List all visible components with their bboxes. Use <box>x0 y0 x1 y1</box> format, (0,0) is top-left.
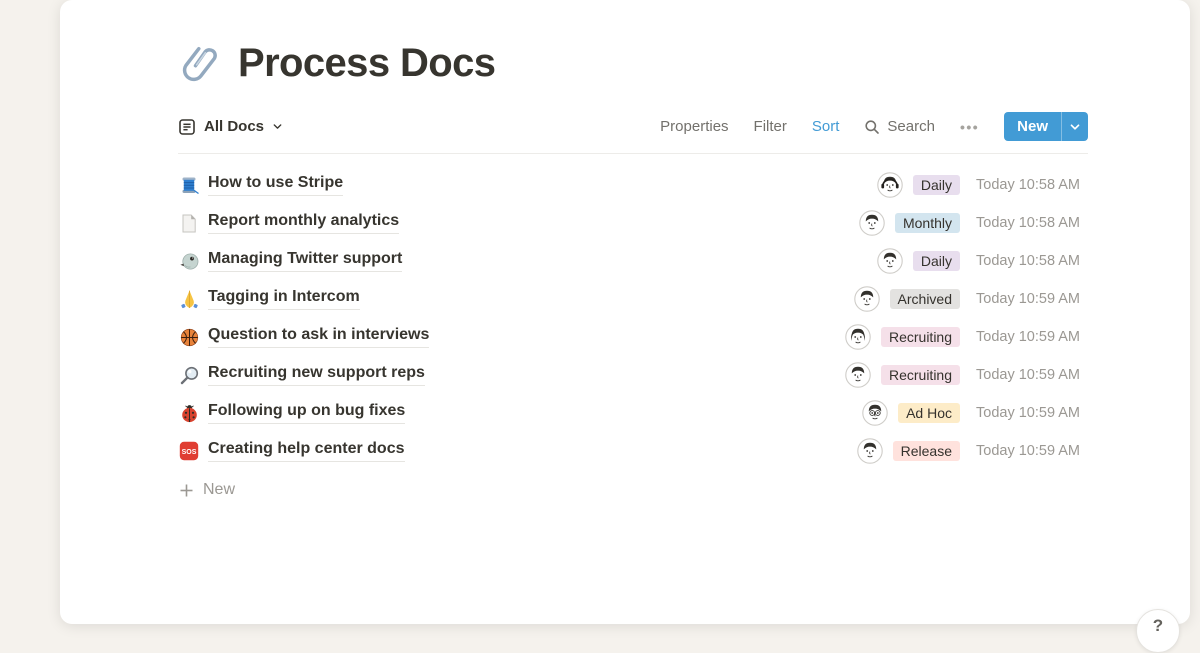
avatar-person <box>854 286 880 312</box>
doc-title-link[interactable]: How to use Stripe <box>208 174 343 195</box>
edited-timestamp: Today 10:59 AM <box>976 367 1088 383</box>
edited-timestamp: Today 10:58 AM <box>976 177 1088 193</box>
sort-button[interactable]: Sort <box>812 118 840 135</box>
table-row: Tagging in Intercom Archived Today 10:59… <box>178 280 1088 318</box>
status-tag[interactable]: Daily <box>913 251 960 271</box>
status-tag[interactable]: Monthly <box>895 213 960 233</box>
edited-timestamp: Today 10:59 AM <box>976 443 1088 459</box>
main-canvas: Process Docs All Docs Properties Filter … <box>60 0 1190 624</box>
person-and-tag: Archived <box>828 286 960 312</box>
filter-button[interactable]: Filter <box>754 118 787 135</box>
basketball-icon <box>178 326 200 348</box>
table-row: SOS Creating help center docs Release To… <box>178 432 1088 470</box>
chevron-down-icon <box>272 121 283 132</box>
table-row: Question to ask in interviews Recruiting… <box>178 318 1088 356</box>
database-toolbar: All Docs Properties Filter Sort Search •… <box>178 112 1088 154</box>
avatar-person-headphones <box>877 172 903 198</box>
status-tag[interactable]: Release <box>893 441 960 461</box>
doc-list-icon <box>178 118 196 136</box>
status-tag[interactable]: Recruiting <box>881 365 960 385</box>
doc-title-link[interactable]: Tagging in Intercom <box>208 288 360 309</box>
person-and-tag: Ad Hoc <box>828 400 960 426</box>
table-row: Following up on bug fixes Ad Hoc Today 1… <box>178 394 1088 432</box>
doc-title-link[interactable]: Question to ask in interviews <box>208 326 429 347</box>
avatar-person-glasses <box>862 400 888 426</box>
table-row: Managing Twitter support Daily Today 10:… <box>178 242 1088 280</box>
edited-timestamp: Today 10:58 AM <box>976 253 1088 269</box>
folded-hands-icon <box>178 288 200 310</box>
avatar-person <box>845 362 871 388</box>
more-options-button[interactable]: ••• <box>960 119 979 135</box>
table-row: Recruiting new support reps Recruiting T… <box>178 356 1088 394</box>
doc-title-link[interactable]: Report monthly analytics <box>208 212 399 233</box>
thread-spool-icon <box>178 174 200 196</box>
add-new-row-button[interactable]: New <box>178 471 1088 509</box>
plus-icon <box>178 482 194 498</box>
bookmark-tabs-icon <box>178 212 200 234</box>
status-tag[interactable]: Archived <box>890 289 960 309</box>
chevron-down-white-icon <box>1069 121 1081 133</box>
properties-button[interactable]: Properties <box>660 118 728 135</box>
avatar-person <box>857 438 883 464</box>
search-label: Search <box>887 118 935 135</box>
person-and-tag: Monthly <box>828 210 960 236</box>
view-selector-label: All Docs <box>204 118 264 135</box>
avatar-woman <box>845 324 871 350</box>
search-icon <box>864 119 880 135</box>
person-and-tag: Recruiting <box>828 324 960 350</box>
view-selector-all-docs[interactable]: All Docs <box>178 118 283 136</box>
add-new-row-label: New <box>203 481 235 499</box>
table-row: Report monthly analytics Monthly Today 1… <box>178 204 1088 242</box>
edited-timestamp: Today 10:59 AM <box>976 291 1088 307</box>
help-button[interactable]: ? <box>1136 609 1180 653</box>
status-tag[interactable]: Recruiting <box>881 327 960 347</box>
edited-timestamp: Today 10:59 AM <box>976 329 1088 345</box>
table-row: How to use Stripe Daily Today 10:58 AM <box>178 166 1088 204</box>
new-button[interactable]: New <box>1004 112 1061 141</box>
avatar-person <box>859 210 885 236</box>
paperclip-icon[interactable] <box>178 40 224 86</box>
person-and-tag: Daily <box>828 172 960 198</box>
page-title: Process Docs <box>238 41 495 86</box>
sos-icon: SOS <box>178 440 200 462</box>
person-and-tag: Daily <box>828 248 960 274</box>
status-tag[interactable]: Daily <box>913 175 960 195</box>
avatar-person <box>877 248 903 274</box>
search-button[interactable]: Search <box>864 118 935 135</box>
doc-list: How to use Stripe Daily Today 10:58 AM R… <box>178 166 1088 470</box>
doc-title-link[interactable]: Managing Twitter support <box>208 250 402 271</box>
new-button-group: New <box>1004 112 1088 141</box>
doc-title-link[interactable]: Creating help center docs <box>208 440 405 461</box>
person-and-tag: Recruiting <box>828 362 960 388</box>
doc-title-link[interactable]: Following up on bug fixes <box>208 402 405 423</box>
edited-timestamp: Today 10:59 AM <box>976 405 1088 421</box>
status-tag[interactable]: Ad Hoc <box>898 403 960 423</box>
bird-icon <box>178 250 200 272</box>
lady-beetle-icon <box>178 402 200 424</box>
page-header: Process Docs <box>178 40 1088 86</box>
new-button-dropdown[interactable] <box>1061 112 1088 141</box>
person-and-tag: Release <box>828 438 960 464</box>
svg-text:SOS: SOS <box>182 449 197 456</box>
doc-title-link[interactable]: Recruiting new support reps <box>208 364 425 385</box>
edited-timestamp: Today 10:58 AM <box>976 215 1088 231</box>
magnifying-glass-icon <box>178 364 200 386</box>
